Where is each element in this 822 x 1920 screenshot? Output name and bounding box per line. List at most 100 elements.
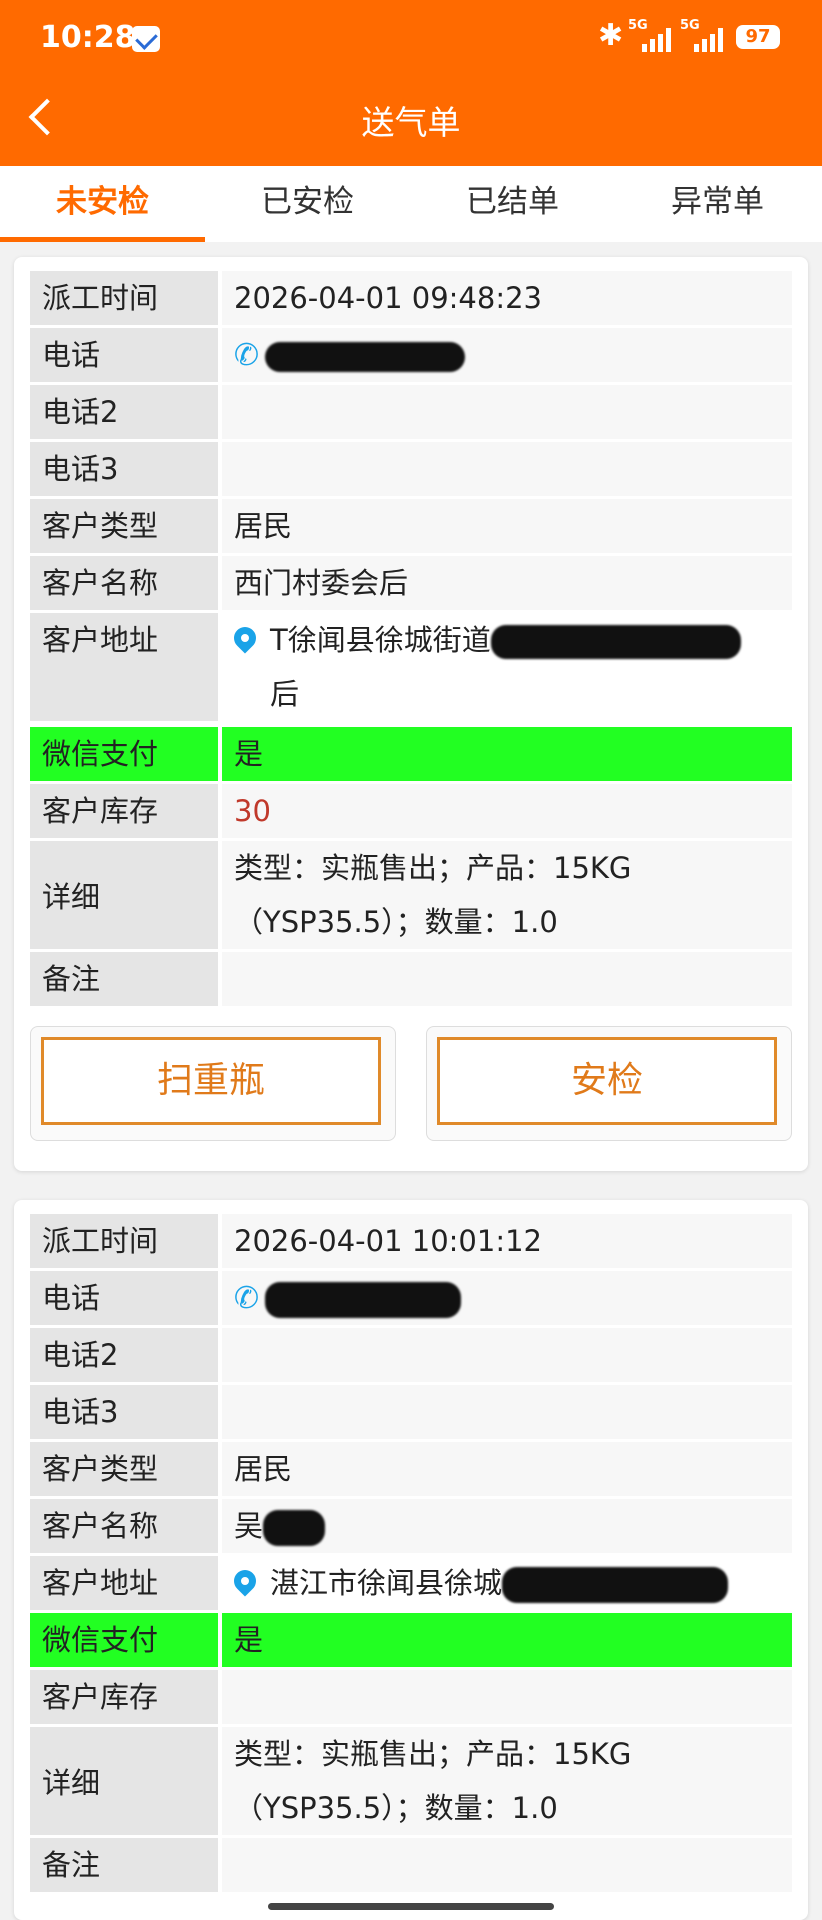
address-text: 湛江市徐闻县徐城 (270, 1566, 503, 1600)
row-phone: 电话 ✆ (30, 328, 792, 382)
label-dispatch-time: 派工时间 (30, 271, 218, 325)
value-customer-name: 吴 (222, 1499, 792, 1553)
label-wechat-pay: 微信支付 (30, 1613, 218, 1667)
detail-line1: 类型：实瓶售出；产品：15KG (234, 1737, 632, 1771)
tab-bar: 未安检 已安检 已结单 异常单 (0, 166, 822, 242)
location-pin-icon[interactable] (229, 622, 261, 654)
order-card: 派工时间 2026-04-01 09:48:23 电话 ✆ 电话2 电话3 客户… (14, 257, 808, 1171)
row-dispatch-time: 派工时间 2026-04-01 09:48:23 (30, 271, 792, 325)
value-phone[interactable]: ✆ (222, 1271, 792, 1325)
value-phone2 (222, 1328, 792, 1382)
value-phone3 (222, 1385, 792, 1439)
value-customer-name: 西门村委会后 (222, 556, 792, 610)
value-remark (222, 1838, 792, 1892)
mail-notification-icon (132, 26, 160, 52)
value-phone3 (222, 442, 792, 496)
address-text-tail: 后 (270, 677, 300, 711)
inspect-button-wrap: 安检 (426, 1026, 792, 1141)
row-customer-name: 客户名称 西门村委会后 (30, 556, 792, 610)
redacted-address (502, 1567, 729, 1603)
row-dispatch-time: 派工时间 2026-04-01 10:01:12 (30, 1214, 792, 1268)
row-remark: 备注 (30, 952, 792, 1006)
label-phone2: 电话2 (30, 385, 218, 439)
value-dispatch-time: 2026-04-01 10:01:12 (222, 1214, 792, 1268)
value-detail: 类型：实瓶售出；产品：15KG （YSP35.5）；数量：1.0 (222, 1727, 792, 1835)
row-customer-type: 客户类型 居民 (30, 1442, 792, 1496)
tab-inspected[interactable]: 已安检 (205, 166, 410, 242)
row-customer-name: 客户名称 吴 (30, 1499, 792, 1553)
value-customer-stock (222, 1670, 792, 1724)
label-wechat-pay: 微信支付 (30, 727, 218, 781)
value-customer-address[interactable]: 湛江市徐闻县徐城 (222, 1556, 792, 1610)
value-customer-type: 居民 (222, 1442, 792, 1496)
signal-icon-2: 5G (680, 18, 728, 52)
label-customer-stock: 客户库存 (30, 784, 218, 838)
value-customer-stock: 30 (222, 784, 792, 838)
label-customer-name: 客户名称 (30, 1499, 218, 1553)
redacted-address (490, 625, 741, 659)
signal-icon: 5G (628, 18, 676, 52)
tab-uninspected[interactable]: 未安检 (0, 166, 205, 242)
scan-heavy-bottle-button[interactable]: 扫重瓶 (41, 1037, 381, 1125)
detail-line1: 类型：实瓶售出；产品：15KG (234, 851, 632, 885)
label-detail: 详细 (30, 841, 218, 949)
value-detail: 类型：实瓶售出；产品：15KG （YSP35.5）；数量：1.0 (222, 841, 792, 949)
redacted-phone (265, 342, 466, 372)
customer-name-text: 吴 (234, 1509, 264, 1543)
page-title: 送气单 (361, 103, 461, 142)
tab-abnormal[interactable]: 异常单 (615, 166, 820, 242)
label-detail: 详细 (30, 1727, 218, 1835)
row-detail: 详细 类型：实瓶售出；产品：15KG （YSP35.5）；数量：1.0 (30, 841, 792, 949)
detail-line2: （YSP35.5）；数量：1.0 (234, 905, 558, 939)
row-customer-address: 客户地址 湛江市徐闻县徐城 (30, 1556, 792, 1610)
label-remark: 备注 (30, 952, 218, 1006)
redacted-name (263, 1510, 326, 1546)
value-phone[interactable]: ✆ (222, 328, 792, 382)
row-wechat-pay: 微信支付 是 (30, 1613, 792, 1667)
label-phone3: 电话3 (30, 442, 218, 496)
value-wechat-pay: 是 (222, 727, 792, 781)
row-wechat-pay: 微信支付 是 (30, 727, 792, 781)
label-customer-stock: 客户库存 (30, 1670, 218, 1724)
label-customer-type: 客户类型 (30, 499, 218, 553)
scan-button-wrap: 扫重瓶 (30, 1026, 396, 1141)
value-dispatch-time: 2026-04-01 09:48:23 (222, 271, 792, 325)
row-phone: 电话 ✆ (30, 1271, 792, 1325)
label-customer-address: 客户地址 (30, 1556, 218, 1610)
label-dispatch-time: 派工时间 (30, 1214, 218, 1268)
row-phone3: 电话3 (30, 442, 792, 496)
address-text: T徐闻县徐城街道 (270, 623, 491, 657)
label-phone3: 电话3 (30, 1385, 218, 1439)
battery-icon: 97 (736, 25, 780, 49)
phone-icon[interactable]: ✆ (234, 329, 259, 383)
safety-inspection-button[interactable]: 安检 (437, 1037, 777, 1125)
home-indicator[interactable] (268, 1903, 554, 1910)
value-remark (222, 952, 792, 1006)
label-phone: 电话 (30, 1271, 218, 1325)
row-customer-address: 客户地址 T徐闻县徐城街道 后 (30, 613, 792, 721)
label-phone: 电话 (30, 328, 218, 382)
label-customer-name: 客户名称 (30, 556, 218, 610)
status-bar: 10:28 ✱ 5G 5G 97 (0, 0, 822, 78)
value-customer-type: 居民 (222, 499, 792, 553)
label-phone2: 电话2 (30, 1328, 218, 1382)
value-wechat-pay: 是 (222, 1613, 792, 1667)
row-detail: 详细 类型：实瓶售出；产品：15KG （YSP35.5）；数量：1.0 (30, 1727, 792, 1835)
row-customer-type: 客户类型 居民 (30, 499, 792, 553)
redacted-phone (265, 1282, 462, 1318)
tab-closed[interactable]: 已结单 (410, 166, 615, 242)
order-card: 派工时间 2026-04-01 10:01:12 电话 ✆ 电话2 电话3 客户… (14, 1200, 808, 1920)
row-customer-stock: 客户库存 30 (30, 784, 792, 838)
row-phone3: 电话3 (30, 1385, 792, 1439)
value-phone2 (222, 385, 792, 439)
row-customer-stock: 客户库存 (30, 1670, 792, 1724)
row-phone2: 电话2 (30, 385, 792, 439)
label-customer-type: 客户类型 (30, 1442, 218, 1496)
label-customer-address: 客户地址 (30, 613, 218, 721)
row-remark: 备注 (30, 1838, 792, 1892)
phone-icon[interactable]: ✆ (234, 1272, 259, 1326)
app-bar: 10:28 ✱ 5G 5G 97 送气单 (0, 0, 822, 166)
label-remark: 备注 (30, 1838, 218, 1892)
value-customer-address[interactable]: T徐闻县徐城街道 后 (222, 613, 792, 721)
location-pin-icon[interactable] (229, 1565, 261, 1597)
